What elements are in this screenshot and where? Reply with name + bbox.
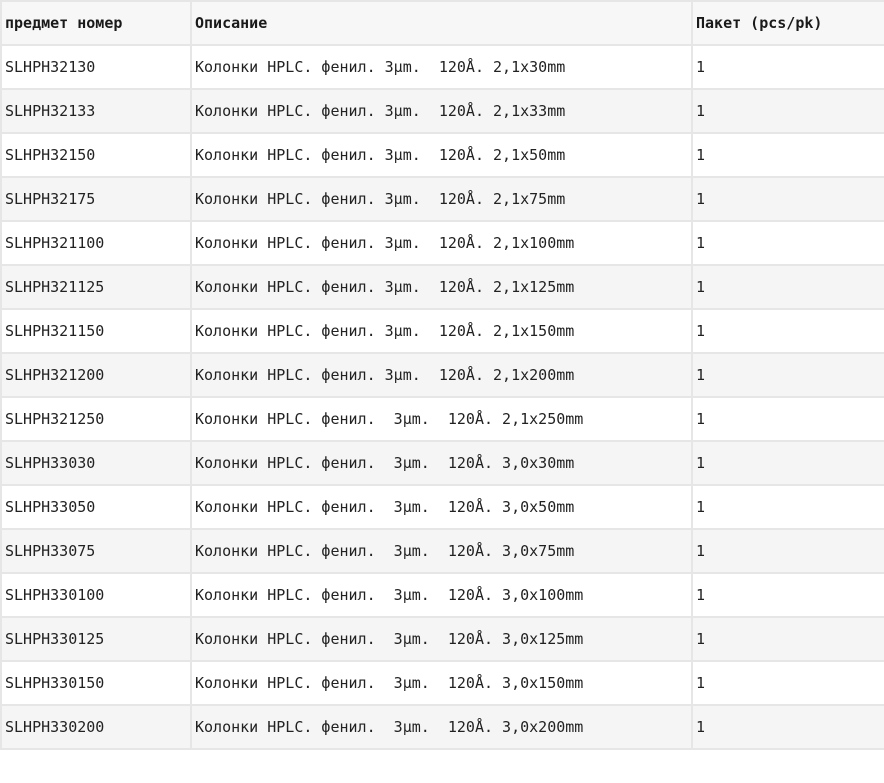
item-number-cell: SLHPH33050: [0, 484, 192, 530]
description-cell: Колонки HPLC. фенил. 3μm. 120Å. 2,1x50mm: [190, 132, 693, 178]
table-row: SLHPH330100 Колонки HPLC. фенил. 3μm. 120…: [0, 572, 884, 618]
table-row: SLHPH321150 Колонки HPLC. фенил. 3μm. 120…: [0, 308, 884, 354]
table-row: SLHPH321200 Колонки HPLC. фенил. 3μm. 120…: [0, 352, 884, 398]
description-cell: Колонки HPLC. фенил. 3μm. 120Å. 3,0x75mm: [190, 528, 693, 574]
package-cell: 1: [691, 176, 884, 222]
package-cell: 1: [691, 132, 884, 178]
table-row: SLHPH32130 Колонки HPLC. фенил. 3μm. 120Å…: [0, 44, 884, 90]
item-number-cell: SLHPH32150: [0, 132, 192, 178]
description-cell: Колонки HPLC. фенил. 3μm. 120Å. 2,1x200m…: [190, 352, 693, 398]
table-row: SLHPH330200 Колонки HPLC. фенил. 3μm. 120…: [0, 704, 884, 750]
package-cell: 1: [691, 88, 884, 134]
item-number-cell: SLHPH33075: [0, 528, 192, 574]
table-row: SLHPH32175 Колонки HPLC. фенил. 3μm. 120Å…: [0, 176, 884, 222]
column-header-package: Пакет (pcs/pk): [691, 0, 884, 46]
item-number-cell: SLHPH330100: [0, 572, 192, 618]
description-cell: Колонки HPLC. фенил. 3μm. 120Å. 2,1x30mm: [190, 44, 693, 90]
table-row: SLHPH32133 Колонки HPLC. фенил. 3μm. 120Å…: [0, 88, 884, 134]
item-number-cell: SLHPH330200: [0, 704, 192, 750]
item-number-cell: SLHPH32133: [0, 88, 192, 134]
table-row: SLHPH330125 Колонки HPLC. фенил. 3μm. 120…: [0, 616, 884, 662]
description-cell: Колонки HPLC. фенил. 3μm. 120Å. 3,0x50mm: [190, 484, 693, 530]
item-number-cell: SLHPH321200: [0, 352, 192, 398]
package-cell: 1: [691, 484, 884, 530]
package-cell: 1: [691, 396, 884, 442]
description-cell: Колонки HPLC. фенил. 3μm. 120Å. 3,0x200m…: [190, 704, 693, 750]
package-cell: 1: [691, 264, 884, 310]
package-cell: 1: [691, 352, 884, 398]
description-cell: Колонки HPLC. фенил. 3μm. 120Å. 3,0x30mm: [190, 440, 693, 486]
description-cell: Колонки HPLC. фенил. 3μm. 120Å. 3,0x100m…: [190, 572, 693, 618]
column-header-item-number: предмет номер: [0, 0, 192, 46]
item-number-cell: SLHPH321150: [0, 308, 192, 354]
table-row: SLHPH33050 Колонки HPLC. фенил. 3μm. 120Å…: [0, 484, 884, 530]
item-number-cell: SLHPH321250: [0, 396, 192, 442]
package-cell: 1: [691, 440, 884, 486]
package-cell: 1: [691, 528, 884, 574]
package-cell: 1: [691, 308, 884, 354]
header-row: предмет номер Описание Пакет (pcs/pk): [0, 0, 884, 46]
package-cell: 1: [691, 704, 884, 750]
table-row: SLHPH330150 Колонки HPLC. фенил. 3μm. 120…: [0, 660, 884, 706]
product-table-container: предмет номер Описание Пакет (pcs/pk) SL…: [0, 0, 884, 783]
description-cell: Колонки HPLC. фенил. 3μm. 120Å. 2,1x150m…: [190, 308, 693, 354]
column-header-description: Описание: [190, 0, 693, 46]
item-number-cell: SLHPH32175: [0, 176, 192, 222]
item-number-cell: SLHPH33030: [0, 440, 192, 486]
package-cell: 1: [691, 220, 884, 266]
package-cell: 1: [691, 44, 884, 90]
item-number-cell: SLHPH321125: [0, 264, 192, 310]
item-number-cell: SLHPH330125: [0, 616, 192, 662]
table-row: SLHPH33030 Колонки HPLC. фенил. 3μm. 120Å…: [0, 440, 884, 486]
table-row: SLHPH321250 Колонки HPLC. фенил. 3μm. 120…: [0, 396, 884, 442]
description-cell: Колонки HPLC. фенил. 3μm. 120Å. 3,0x150m…: [190, 660, 693, 706]
package-cell: 1: [691, 572, 884, 618]
package-cell: 1: [691, 616, 884, 662]
description-cell: Колонки HPLC. фенил. 3μm. 120Å. 2,1x75mm: [190, 176, 693, 222]
item-number-cell: SLHPH32130: [0, 44, 192, 90]
table-row: SLHPH321100 Колонки HPLC. фенил. 3μm. 120…: [0, 220, 884, 266]
product-table: предмет номер Описание Пакет (pcs/pk) SL…: [0, 0, 884, 750]
item-number-cell: SLHPH321100: [0, 220, 192, 266]
description-cell: Колонки HPLC. фенил. 3μm. 120Å. 3,0x125m…: [190, 616, 693, 662]
description-cell: Колонки HPLC. фенил. 3μm. 120Å. 2,1x33mm: [190, 88, 693, 134]
table-header: предмет номер Описание Пакет (pcs/pk): [0, 0, 884, 46]
table-row: SLHPH33075 Колонки HPLC. фенил. 3μm. 120Å…: [0, 528, 884, 574]
table-body: SLHPH32130 Колонки HPLC. фенил. 3μm. 120Å…: [0, 44, 884, 750]
description-cell: Колонки HPLC. фенил. 3μm. 120Å. 2,1x125m…: [190, 264, 693, 310]
description-cell: Колонки HPLC. фенил. 3μm. 120Å. 2,1x100m…: [190, 220, 693, 266]
description-cell: Колонки HPLC. фенил. 3μm. 120Å. 2,1x250m…: [190, 396, 693, 442]
table-row: SLHPH321125 Колонки HPLC. фенил. 3μm. 120…: [0, 264, 884, 310]
item-number-cell: SLHPH330150: [0, 660, 192, 706]
package-cell: 1: [691, 660, 884, 706]
table-row: SLHPH32150 Колонки HPLC. фенил. 3μm. 120Å…: [0, 132, 884, 178]
